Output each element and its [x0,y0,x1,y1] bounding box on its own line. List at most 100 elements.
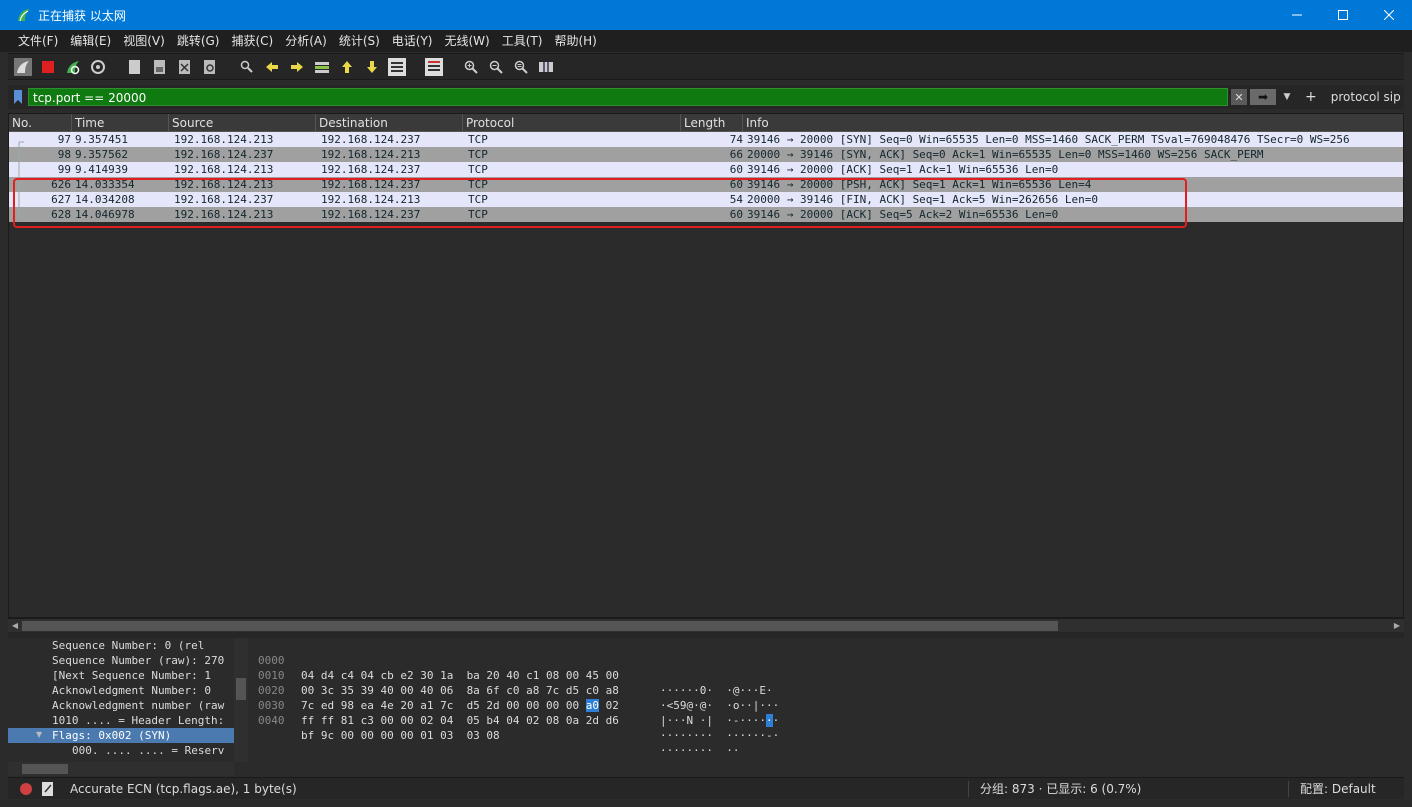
zoom-out-button[interactable] [485,56,506,77]
packet-cell-src: 192.168.124.213 [174,133,274,146]
detail-header-length[interactable]: 1010 .... = Header Length: [8,713,247,728]
detail-ack[interactable]: Acknowledgment Number: 0 [8,683,247,698]
packet-cell-info: 39146 → 20000 [ACK] Seq=1 Ack=1 Win=6553… [747,163,1059,176]
bytes-hex: ff ff 81 c3 00 00 02 04 05 b4 04 02 08 0… [301,714,619,727]
stop-capture-button[interactable] [37,56,58,77]
maximize-button[interactable] [1320,0,1366,30]
find-packet-button[interactable] [236,56,257,77]
menu-edit[interactable]: 编辑(E) [64,30,117,52]
save-file-button[interactable] [149,56,170,77]
apply-filter-button[interactable]: ➡ [1250,89,1276,105]
colorize-button[interactable] [423,56,444,77]
menu-go[interactable]: 跳转(G) [171,30,226,52]
packet-list-header: No. Time Source Destination Protocol Len… [9,114,1403,132]
autoscroll-icon [387,57,406,76]
menu-help[interactable]: 帮助(H) [548,30,602,52]
annotation-red-box [13,178,1187,228]
bytes-line[interactable]: 0020 7c ed 98 ea 4e 20 a1 7c d5 2d 00 00… [252,668,1404,727]
file-icon [128,59,140,74]
clear-filter-button[interactable]: ✕ [1231,89,1247,105]
expert-info-icon[interactable] [20,782,32,795]
menu-tools[interactable]: 工具(T) [496,30,549,52]
go-back-button[interactable] [261,56,282,77]
menu-file[interactable]: 文件(F) [12,30,64,52]
close-file-button[interactable] [174,56,195,77]
menu-analyze[interactable]: 分析(A) [279,30,333,52]
column-header-length[interactable]: Length [681,114,743,132]
filter-button-protocol-sip[interactable]: protocol sip [1331,90,1401,104]
restart-icon [66,60,79,74]
filter-bookmark-button[interactable] [8,89,28,105]
zoom-out-icon [489,60,503,74]
status-packets: 分组: 873 · 已显示: 6 (0.7%) [980,782,1142,796]
save-file-icon [153,59,165,74]
scroll-thumb[interactable] [22,621,1058,631]
add-filter-button-icon[interactable]: + [1305,89,1317,105]
filter-history-dropdown[interactable]: ▼ [1279,89,1295,105]
minimize-button[interactable] [1274,0,1320,30]
go-first-button[interactable] [336,56,357,77]
expand-down-icon[interactable]: ▼ [36,730,42,739]
column-header-source[interactable]: Source [169,114,316,132]
menu-telephony[interactable]: 电话(Y) [386,30,439,52]
detail-ack-raw[interactable]: Acknowledgment number (raw [8,698,247,713]
scroll-left-icon[interactable]: ◀ [8,619,22,633]
autoscroll-button[interactable] [386,56,407,77]
packet-cell-info: 39146 → 20000 [SYN] Seq=0 Win=65535 Len=… [747,133,1350,146]
capture-options-button[interactable] [87,56,108,77]
scroll-right-icon[interactable]: ▶ [1390,619,1404,633]
zoom-in-button[interactable] [460,56,481,77]
menu-capture[interactable]: 捕获(C) [225,30,279,52]
column-header-time[interactable]: Time [72,114,169,132]
details-hscrollbar[interactable] [8,762,234,776]
start-capture-button[interactable] [12,56,33,77]
display-filter-input[interactable]: tcp.port == 20000 [28,88,1228,106]
capture-comment-icon[interactable] [42,781,54,796]
scroll-thumb[interactable] [22,764,68,774]
main-toolbar [8,53,1404,80]
menu-bar: 文件(F) 编辑(E) 视图(V) 跳转(G) 捕获(C) 分析(A) 统计(S… [0,30,1412,52]
details-vscrollbar[interactable] [234,638,248,762]
status-profile[interactable]: 配置: Default [1300,778,1376,800]
packet-list-hscrollbar[interactable]: ◀ ▶ [8,618,1404,632]
scroll-thumb[interactable] [236,678,246,700]
resize-columns-button[interactable] [535,56,556,77]
bytes-line[interactable]: 0040 bf 9c 00 00 00 00 01 03 03 08 ·····… [252,698,1404,757]
reload-file-button[interactable] [199,56,220,77]
open-file-button[interactable] [124,56,145,77]
menu-statistics[interactable]: 统计(S) [333,30,386,52]
packet-row[interactable]: 98 9.357562 192.168.124.237 192.168.124.213… [9,147,1403,162]
bytes-ascii: ········ ·· [660,744,740,757]
column-header-no[interactable]: No. [9,114,72,132]
zoom-reset-button[interactable] [510,56,531,77]
bytes-line[interactable]: 0000 04 d4 c4 04 cb e2 30 1a ba 20 40 c1… [252,638,1404,697]
detail-seq-relative[interactable]: Sequence Number: 0 (rel [8,638,247,653]
packet-row[interactable]: 97 9.357451 192.168.124.213 192.168.124.237… [9,132,1403,147]
column-header-destination[interactable]: Destination [316,114,463,132]
go-to-packet-button[interactable] [311,56,332,77]
bytes-line[interactable]: 0030 ff ff 81 c3 00 00 02 04 05 b4 04 02… [252,683,1404,742]
go-to-packet-icon [314,61,329,73]
detail-seq-raw[interactable]: Sequence Number (raw): 270 [8,653,247,668]
detail-flags[interactable]: Flags: 0x002 (SYN) [8,728,247,743]
go-last-button[interactable] [361,56,382,77]
detail-next-seq[interactable]: [Next Sequence Number: 1 [8,668,247,683]
bytes-ascii: |···N ·| ·-······ [660,713,779,728]
column-header-info[interactable]: Info [743,114,1405,132]
zoom-in-icon [464,60,478,74]
close-button[interactable] [1366,0,1412,30]
stop-icon [41,60,54,73]
restart-capture-button[interactable] [62,56,83,77]
packet-cell-dst: 192.168.124.237 [321,163,421,176]
menu-view[interactable]: 视图(V) [117,30,171,52]
minimize-icon [1292,14,1302,16]
bytes-line[interactable]: 0010 00 3c 35 39 40 00 40 06 8a 6f c0 a8… [252,653,1404,712]
arrow-right-icon: ➡ [1257,90,1269,104]
status-bar: Accurate ECN (tcp.flags.ae), 1 byte(s) 分… [8,777,1404,799]
menu-wireless[interactable]: 无线(W) [439,30,496,52]
chevron-down-icon: ▼ [1283,92,1291,102]
packet-row[interactable]: 99 9.414939 192.168.124.213 192.168.124.237… [9,162,1403,177]
detail-reserved[interactable]: 000. .... .... = Reserv [8,743,247,758]
column-header-protocol[interactable]: Protocol [463,114,681,132]
go-forward-button[interactable] [286,56,307,77]
